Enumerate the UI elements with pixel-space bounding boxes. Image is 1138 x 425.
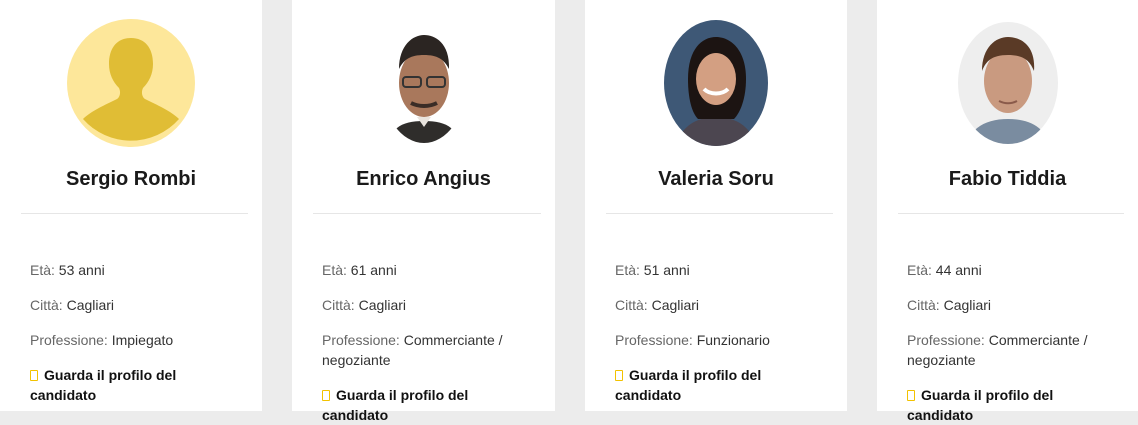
profession-row: Professione: Commerciante / negoziante (322, 330, 533, 370)
profession-value: Funzionario (696, 332, 770, 348)
candidate-card: Fabio Tiddia Età: 44 anni Città: Cagliar… (877, 0, 1138, 423)
city-label: Città: (615, 297, 648, 313)
profession-label: Professione: (615, 332, 693, 348)
link-bullet-icon (907, 390, 915, 401)
profession-label: Professione: (30, 332, 108, 348)
avatar (359, 18, 489, 148)
city-value: Cagliari (651, 297, 700, 313)
link-bullet-icon (30, 370, 38, 381)
city-label: Città: (907, 297, 940, 313)
link-bullet-icon (615, 370, 623, 381)
view-profile-link[interactable]: Guarda il profilo del candidato (30, 365, 232, 405)
age-value: 53 anni (58, 262, 105, 278)
age-value: 51 anni (643, 262, 690, 278)
profession-row: Professione: Impiegato (30, 330, 240, 350)
age-value: 61 anni (350, 262, 397, 278)
divider (606, 213, 833, 214)
city-row: Città: Cagliari (322, 295, 533, 315)
age-label: Età: (322, 262, 347, 278)
divider (313, 213, 541, 214)
profession-row: Professione: Commerciante / negoziante (907, 330, 1116, 370)
candidate-photo (957, 22, 1058, 144)
candidate-name: Valeria Soru (658, 168, 774, 190)
profession-value: Impiegato (111, 332, 174, 348)
candidate-name: Enrico Angius (356, 168, 491, 190)
age-label: Età: (615, 262, 640, 278)
age-row: Età: 53 anni (30, 260, 240, 280)
avatar (943, 18, 1073, 148)
divider (21, 213, 248, 214)
view-profile-link[interactable]: Guarda il profilo del candidato (615, 365, 817, 405)
candidate-name: Sergio Rombi (65, 168, 196, 190)
candidate-name: Fabio Tiddia (948, 168, 1067, 190)
age-label: Età: (30, 262, 55, 278)
city-row: Città: Cagliari (907, 295, 1116, 315)
age-row: Età: 44 anni (907, 260, 1116, 280)
profession-row: Professione: Funzionario (615, 330, 825, 350)
candidate-card: Valeria Soru Età: 51 anni Città: Cagliar… (585, 0, 847, 411)
candidate-card: Enrico Angius Età: 61 anni Città: Caglia… (292, 0, 555, 423)
candidate-photo (664, 20, 768, 146)
profession-label: Professione: (322, 332, 400, 348)
avatar (651, 18, 781, 148)
divider (898, 213, 1124, 214)
age-row: Età: 51 anni (615, 260, 825, 280)
city-value: Cagliari (358, 297, 407, 313)
avatar (66, 18, 196, 148)
city-value: Cagliari (66, 297, 115, 313)
candidate-card: Sergio Rombi Età: 53 anni Città: Cagliar… (0, 0, 262, 411)
view-profile-link[interactable]: Guarda il profilo del candidato (907, 385, 1108, 425)
placeholder-person-icon (67, 19, 195, 147)
city-row: Città: Cagliari (30, 295, 240, 315)
view-profile-link-text[interactable]: Guarda il profilo del candidato (907, 387, 1053, 423)
city-label: Città: (322, 297, 355, 313)
view-profile-link-text[interactable]: Guarda il profilo del candidato (30, 367, 176, 403)
age-value: 44 anni (935, 262, 982, 278)
profession-label: Professione: (907, 332, 985, 348)
view-profile-link-text[interactable]: Guarda il profilo del candidato (615, 367, 761, 403)
city-value: Cagliari (943, 297, 992, 313)
view-profile-link[interactable]: Guarda il profilo del candidato (322, 385, 525, 425)
city-label: Città: (30, 297, 63, 313)
view-profile-link-text[interactable]: Guarda il profilo del candidato (322, 387, 468, 423)
age-label: Età: (907, 262, 932, 278)
candidate-photo (381, 23, 466, 143)
link-bullet-icon (322, 390, 330, 401)
age-row: Età: 61 anni (322, 260, 533, 280)
city-row: Città: Cagliari (615, 295, 825, 315)
